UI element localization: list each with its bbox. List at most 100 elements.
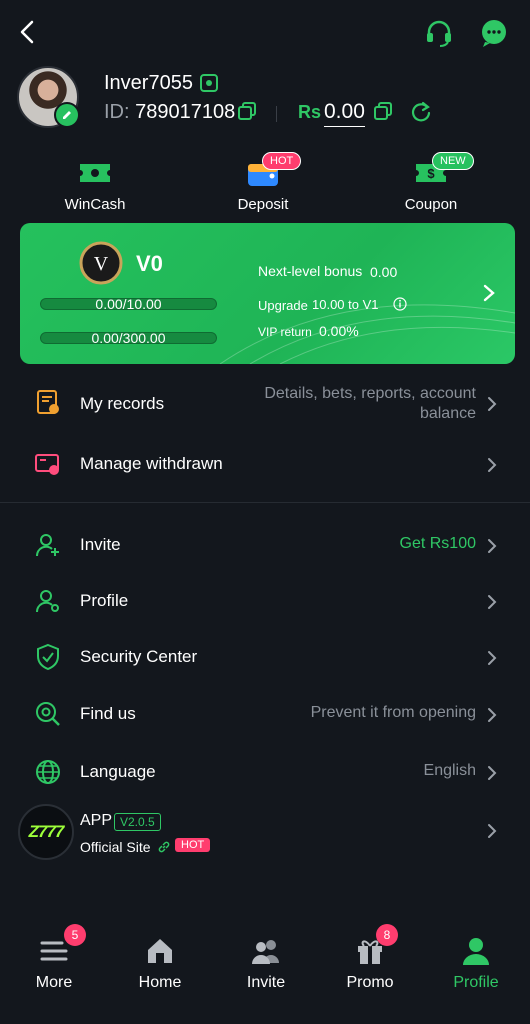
next-bonus-label: Next-level bonus [258, 263, 363, 279]
quick-actions: WinCash Deposit HOT $ Coupon NEW [0, 152, 530, 222]
user-id: ID: 789017108 [104, 101, 235, 124]
menu-label: Profile [80, 591, 129, 610]
app-version-badge: V2.0.5 [114, 813, 161, 831]
back-arrow-icon[interactable] [14, 18, 42, 46]
menu-label: Invite [80, 535, 121, 554]
menu-label: Manage withdrawn [80, 454, 223, 473]
menu-value: Details, bets, reports, account balance [264, 385, 476, 422]
wincash-label: WinCash [64, 196, 126, 213]
vip-level: V0 [136, 251, 163, 276]
headset-icon[interactable] [424, 18, 454, 48]
menu-label: Language [80, 762, 156, 781]
verified-icon [200, 74, 218, 92]
invite-icon [35, 534, 59, 557]
menu-value: Prevent it from opening [310, 704, 476, 721]
copy-id-icon[interactable] [238, 102, 256, 120]
app-title: APP [80, 812, 113, 829]
person-icon [463, 938, 489, 965]
vip-return-label: VIP return [258, 325, 312, 339]
user-id-value: 789017108 [135, 101, 236, 123]
withdraw-icon [35, 454, 59, 475]
hot-badge: HOT [175, 838, 211, 852]
nav-label: Profile [453, 974, 499, 991]
vip-progress-label-2: 0.00/300.00 [91, 330, 166, 346]
username: Inver7055 [104, 72, 193, 94]
menu-security-center[interactable]: Security Center [0, 629, 530, 685]
vip-progress-label-1: 0.00/10.00 [95, 296, 162, 312]
menu-find-us[interactable]: Find us Prevent it from opening [0, 686, 530, 742]
wincash-button[interactable]: WinCash [40, 152, 150, 213]
chevron-right-icon [488, 595, 497, 609]
app-logo: Z777 [18, 804, 74, 860]
menu-profile[interactable]: Profile [0, 573, 530, 629]
nav-more[interactable]: More 5 [14, 924, 94, 992]
chevron-right-icon [488, 539, 497, 553]
records-icon [37, 390, 59, 414]
deposit-label: Deposit [237, 196, 289, 213]
notification-count: 8 [376, 924, 398, 946]
upgrade-label: Upgrade [258, 298, 308, 313]
chevron-right-icon [488, 708, 497, 722]
section-divider [0, 502, 530, 503]
upgrade-value: 10.00 to V1 [312, 297, 379, 312]
chevron-right-icon [488, 766, 497, 780]
menu-manage-withdrawn[interactable]: Manage withdrawn [0, 436, 530, 492]
users-icon [252, 940, 279, 964]
nav-label: Invite [246, 974, 286, 991]
bottom-nav: More 5 Home Invite Promo 8 Profile [0, 920, 530, 1024]
chevron-right-icon [488, 458, 497, 472]
divider [276, 106, 277, 122]
copy-balance-icon[interactable] [374, 102, 392, 120]
nav-label: More [35, 974, 73, 991]
chat-icon[interactable] [479, 18, 509, 48]
home-icon [148, 939, 172, 963]
nav-profile[interactable]: Profile [436, 934, 516, 992]
menu-label: Security Center [80, 647, 198, 666]
vip-return-value: 0.00% [319, 323, 359, 339]
menu-invite[interactable]: Invite Get Rs100 [0, 517, 530, 573]
svg-text:V: V [94, 253, 109, 275]
nav-label: Promo [346, 974, 394, 991]
ticket-icon [80, 164, 110, 182]
app-logo-text: Z777 [28, 822, 65, 841]
link-icon [158, 841, 170, 853]
chevron-right-icon[interactable] [482, 283, 496, 303]
next-bonus-value: 0.00 [370, 264, 398, 280]
nav-invite[interactable]: Invite [226, 934, 306, 992]
menu-label: Find us [80, 704, 136, 723]
nav-home[interactable]: Home [120, 934, 200, 992]
deposit-button[interactable]: Deposit HOT [208, 152, 318, 213]
currency-label: Rs [298, 102, 322, 122]
find-icon [36, 702, 60, 726]
nav-promo[interactable]: Promo 8 [330, 924, 410, 992]
vip-card[interactable]: V V0 0.00/10.00 0.00/300.00 Next-level b… [20, 223, 515, 364]
chevron-right-icon [488, 824, 497, 838]
coupon-button[interactable]: $ Coupon NEW [376, 152, 486, 213]
refresh-icon[interactable] [410, 101, 432, 123]
user-id-label: ID: [104, 101, 130, 123]
menu-value: English [423, 762, 476, 779]
notification-count: 5 [64, 924, 86, 946]
globe-icon [36, 760, 60, 784]
balance-value: 0.00 [324, 100, 365, 127]
menu-label: My records [80, 394, 165, 413]
chevron-right-icon [488, 651, 497, 665]
top-bar [0, 0, 530, 64]
menu-value: Get Rs100 [399, 535, 476, 552]
edit-avatar-icon[interactable] [54, 102, 80, 128]
svg-text:$: $ [427, 166, 435, 181]
chevron-right-icon [488, 397, 497, 411]
profile-icon [35, 590, 59, 613]
profile-header: Inver7055 ID: 789017108 Rs 0.00 [0, 64, 530, 134]
info-icon[interactable] [393, 297, 407, 311]
official-site-label: Official Site [80, 839, 151, 855]
vip-emblem-icon: V [79, 241, 123, 285]
shield-icon [37, 643, 59, 671]
hot-badge: HOT [262, 152, 302, 170]
menu-icon [40, 941, 68, 961]
coupon-label: Coupon [404, 196, 458, 213]
app-download-row[interactable]: Z777 APP V2.0.5 Official Site HOT [0, 800, 530, 862]
menu-my-records[interactable]: My records Details, bets, reports, accou… [0, 374, 530, 434]
menu-language[interactable]: Language English [0, 744, 530, 800]
new-badge: NEW [432, 152, 474, 170]
